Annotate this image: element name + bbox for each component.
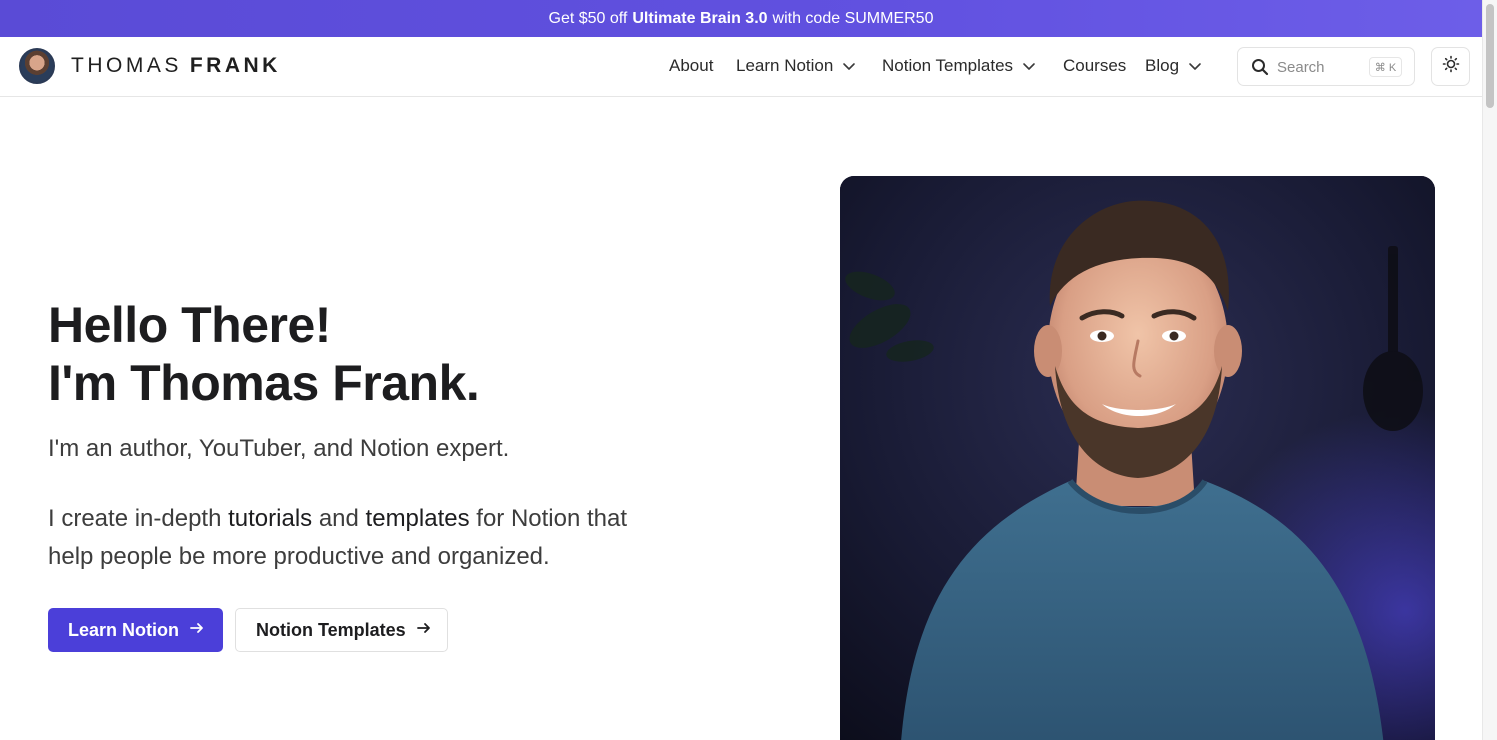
nav-blog-label: Blog (1145, 56, 1180, 75)
hero-title-line1: Hello There! (48, 297, 331, 353)
hero-description: I create in-depth tutorials and template… (48, 500, 628, 576)
chevron-down-icon (1022, 59, 1036, 73)
notion-templates-button[interactable]: Notion Templates (235, 608, 448, 652)
hero-desc-part2: and (312, 505, 366, 532)
nav-notion-templates[interactable]: Notion Templates (882, 56, 1036, 76)
promo-prefix: Get $50 off (548, 9, 628, 27)
tutorials-link[interactable]: tutorials (228, 505, 312, 532)
nav-about[interactable]: About (669, 56, 713, 76)
nav-blog[interactable]: Blog (1145, 56, 1202, 76)
promo-banner[interactable]: Get $50 off Ultimate Brain 3.0 with code… (0, 0, 1482, 37)
learn-notion-button[interactable]: Learn Notion (48, 608, 223, 652)
templates-link[interactable]: templates (366, 505, 470, 532)
nav-courses[interactable]: Courses (1063, 56, 1126, 76)
site-header: THOMAS FRANK About Learn Notion Notion Te… (0, 37, 1482, 97)
search-icon (1251, 58, 1269, 76)
logo-last-name: FRANK (189, 54, 281, 77)
page-scrollbar[interactable] (1482, 0, 1497, 740)
hero-subtitle: I'm an author, YouTuber, and Notion expe… (48, 435, 510, 462)
nav-about-label: About (669, 56, 714, 75)
portrait-photo (840, 176, 1435, 740)
hero-title-line2: I'm Thomas Frank. (48, 355, 480, 411)
learn-notion-button-label: Learn Notion (68, 619, 179, 640)
notion-templates-button-label: Notion Templates (256, 619, 406, 640)
nav-courses-label: Courses (1063, 56, 1127, 75)
hero-desc-part1: I create in-depth (48, 505, 229, 532)
nav-learn-notion-label: Learn Notion (736, 56, 834, 75)
nav-learn-notion[interactable]: Learn Notion (736, 56, 856, 76)
site-logo[interactable]: THOMAS FRANK (71, 54, 281, 78)
chevron-down-icon (1188, 59, 1202, 73)
scrollbar-thumb[interactable] (1486, 4, 1494, 108)
arrow-right-icon (189, 620, 205, 641)
search-placeholder: Search (1277, 59, 1325, 76)
logo-avatar[interactable] (19, 48, 55, 84)
logo-first-name: THOMAS (71, 54, 182, 77)
nav-notion-templates-label: Notion Templates (882, 56, 1014, 75)
chevron-down-icon (842, 59, 856, 73)
search-shortcut: ⌘ K (1369, 57, 1402, 77)
sun-icon (1442, 55, 1460, 78)
theme-toggle-button[interactable] (1431, 47, 1470, 86)
promo-suffix: with code SUMMER50 (772, 9, 934, 27)
hero-title: Hello There! I'm Thomas Frank. (48, 296, 480, 412)
search-box[interactable]: Search ⌘ K (1237, 47, 1415, 86)
arrow-right-icon (416, 620, 432, 641)
portrait-illustration (840, 176, 1435, 740)
promo-product: Ultimate Brain 3.0 (632, 9, 768, 27)
